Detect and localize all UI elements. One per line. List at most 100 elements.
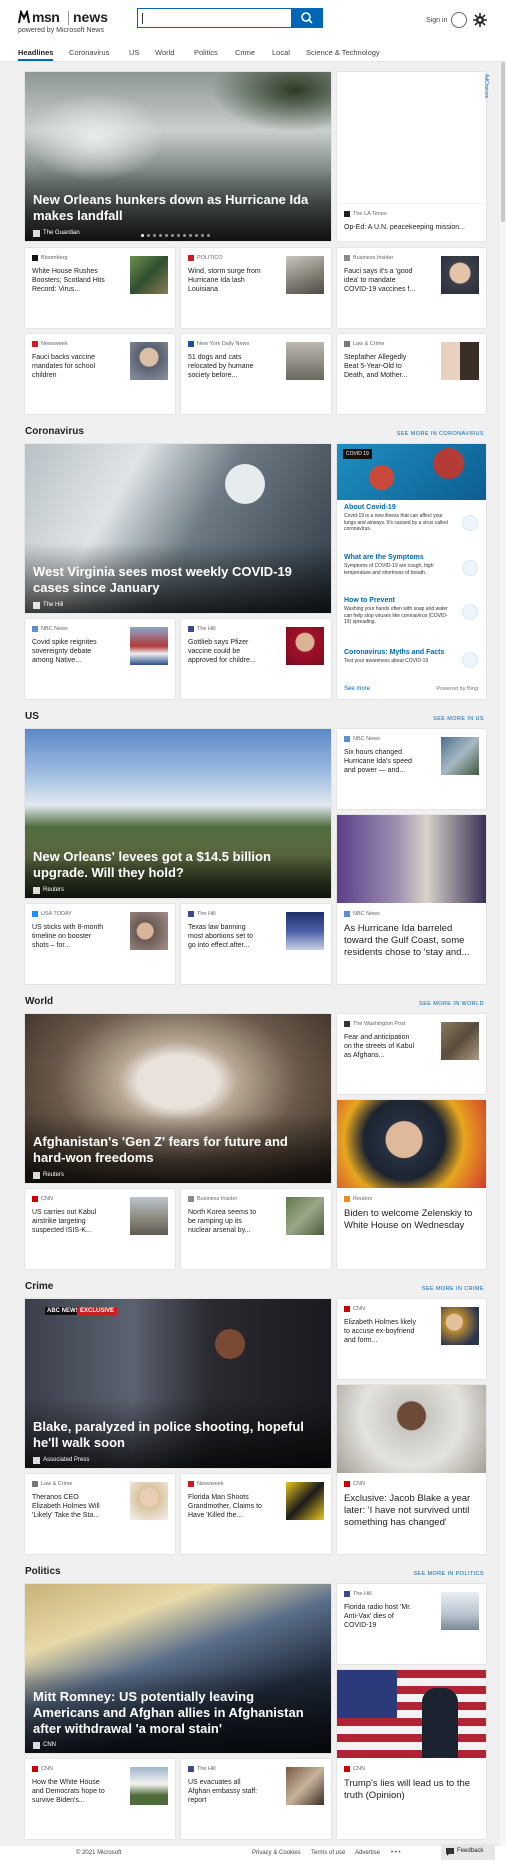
- story-source: The Hill: [188, 1766, 216, 1772]
- gear-icon[interactable]: [473, 13, 487, 27]
- carousel-dots[interactable]: [141, 234, 210, 237]
- story-title: Stepfather Allegedly Beat 5-Year-Old to …: [344, 354, 408, 379]
- see-more-us-link[interactable]: SEE MORE IN US: [433, 716, 484, 722]
- story-card[interactable]: CNN Elizabeth Holmes likely to accuse ex-…: [337, 1299, 486, 1379]
- story-card[interactable]: The Washington Post Fear and anticipation…: [337, 1014, 486, 1094]
- story-source: CNN: [32, 1196, 53, 1202]
- story-card[interactable]: New York Daily News 51 dogs and cats relo…: [181, 334, 331, 414]
- story-card[interactable]: POLITICO Wind, storm surge from Hurricane…: [181, 248, 331, 328]
- see-more-coronavirus-link[interactable]: SEE MORE IN CORONAVIRUS: [397, 431, 484, 437]
- nav-politics[interactable]: Politics: [194, 48, 218, 57]
- covid-item-myths[interactable]: Coronavirus: Myths and Facts Test your aw…: [344, 649, 452, 665]
- section-heading-coronavirus: Coronavirus: [25, 426, 84, 437]
- adchoices-label[interactable]: AdChoices: [483, 74, 489, 98]
- story-card-large[interactable]: Reuters Biden to welcome Zelenskiy to Wh…: [337, 1100, 486, 1269]
- story-title: Biden to welcome Zelenskiy to White Hous…: [344, 1208, 473, 1231]
- brand-news: news: [73, 9, 109, 25]
- page-footer: © 2021 Microsoft Privacy & Cookies Terms…: [0, 1846, 506, 1862]
- hero-title: New Orleans hunkers down as Hurricane Id…: [33, 192, 309, 223]
- story-title: Florida Man Shoots Grandmother, Claims t…: [188, 1494, 262, 1519]
- ad-slot: [337, 72, 486, 204]
- item-text: Covid-19 is a new illness that can affec…: [344, 513, 448, 532]
- story-thumbnail: [130, 627, 168, 665]
- story-card[interactable]: The Hill Gottlieb says Pfizer vaccine cou…: [181, 619, 331, 699]
- advertise-link[interactable]: Advertise: [355, 1850, 380, 1856]
- hero-story-coronavirus[interactable]: West Virginia sees most weekly COVID-19 …: [25, 444, 331, 613]
- story-card[interactable]: Newsweek Florida Man Shoots Grandmother, …: [181, 1474, 331, 1554]
- story-source: USA TODAY: [32, 911, 72, 917]
- story-card[interactable]: NBC News Covid spike reignites sovereignt…: [25, 619, 175, 699]
- story-source: NBC News: [344, 911, 380, 917]
- hero-story-top[interactable]: New Orleans hunkers down as Hurricane Id…: [25, 72, 331, 241]
- story-card[interactable]: CNN How the White House and Democrats hop…: [25, 1759, 175, 1839]
- section-heading-world: World: [25, 996, 54, 1007]
- top-header: msn news powered by Microsoft News Sign …: [0, 0, 506, 44]
- feedback-icon: [446, 1848, 454, 1856]
- hero-story-politics[interactable]: Mitt Romney: US potentially leaving Amer…: [25, 1584, 331, 1753]
- nav-us[interactable]: US: [129, 48, 139, 57]
- feedback-button[interactable]: Feedback: [441, 1844, 495, 1860]
- page-scrollbar[interactable]: [500, 62, 506, 1846]
- terms-link[interactable]: Terms of use: [311, 1850, 345, 1856]
- covid-item-prevent[interactable]: How to Prevent Washing your hands often w…: [344, 597, 452, 626]
- story-title: Covid spike reignites sovereignty debate…: [32, 639, 97, 664]
- see-more-crime-link[interactable]: SEE MORE IN CRIME: [422, 1286, 484, 1292]
- see-more-politics-link[interactable]: SEE MORE IN POLITICS: [413, 1571, 484, 1577]
- story-image: [337, 1670, 486, 1758]
- item-title: Coronavirus: Myths and Facts: [344, 649, 445, 656]
- nav-science-technology[interactable]: Science & Technology: [306, 48, 380, 57]
- story-source: The Hill: [344, 1591, 372, 1597]
- hero-source: Reuters: [33, 887, 64, 894]
- story-card[interactable]: The Hill US evacuates all Afghan embassy …: [181, 1759, 331, 1839]
- side-ad-story[interactable]: The LA Times Op-Ed: A U.N. peacekeeping …: [337, 204, 486, 241]
- avatar-icon[interactable]: [451, 12, 467, 28]
- nav-local[interactable]: Local: [272, 48, 290, 57]
- story-card-large[interactable]: CNN Exclusive: Jacob Blake a year later:…: [337, 1385, 486, 1554]
- story-image: [337, 1385, 486, 1473]
- hero-story-crime[interactable]: ABC NEWS EXCLUSIVE Blake, paralyzed in p…: [25, 1299, 331, 1468]
- story-image: [337, 1100, 486, 1188]
- covid-item-symptoms[interactable]: What are the Symptoms Symptoms of COVID-1…: [344, 554, 452, 576]
- more-options-button[interactable]: • • •: [391, 1850, 401, 1856]
- story-card[interactable]: NBC News Six hours changed Hurricane Ida'…: [337, 729, 486, 809]
- story-card[interactable]: Bloomberg White House Rushes Boosters; Sc…: [25, 248, 175, 328]
- nav-world[interactable]: World: [155, 48, 174, 57]
- story-card[interactable]: CNN US carries out Kabul airstrike target…: [25, 1189, 175, 1269]
- story-card[interactable]: Business Insider Fauci says it's a 'good …: [337, 248, 486, 328]
- nav-coronavirus[interactable]: Coronavirus: [69, 48, 109, 57]
- sign-in-link[interactable]: Sign in: [426, 17, 447, 24]
- hero-story-world[interactable]: Afghanistan's 'Gen Z' fears for future a…: [25, 1014, 331, 1183]
- story-source: CNN: [344, 1766, 365, 1772]
- story-card[interactable]: USA TODAY US sticks with 8-month timeline…: [25, 904, 175, 984]
- exclusive-badge: EXCLUSIVE: [77, 1307, 118, 1315]
- scrollbar-thumb[interactable]: [501, 62, 505, 222]
- nav-crime[interactable]: Crime: [235, 48, 255, 57]
- item-title: How to Prevent: [344, 597, 395, 604]
- section-heading-us: US: [25, 711, 39, 722]
- story-card-large[interactable]: CNN Trump's lies will lead us to the tru…: [337, 1670, 486, 1839]
- story-card-large[interactable]: NBC News As Hurricane Ida barreled towar…: [337, 815, 486, 984]
- story-image: [337, 815, 486, 903]
- story-card[interactable]: Newsweek Fauci backs vaccine mandates for…: [25, 334, 175, 414]
- story-thumbnail: [286, 342, 324, 380]
- hero-story-us[interactable]: New Orleans' levees got a $14.5 billion …: [25, 729, 331, 898]
- search-button[interactable]: [291, 8, 323, 28]
- story-title: Exclusive: Jacob Blake a year later: 'I …: [344, 1493, 471, 1528]
- see-more-world-link[interactable]: SEE MORE IN WORLD: [419, 1001, 484, 1007]
- story-thumbnail: [286, 1197, 324, 1235]
- story-card[interactable]: Law & Crime Theranos CEO Elizabeth Holmes…: [25, 1474, 175, 1554]
- story-source: POLITICO: [188, 255, 223, 261]
- story-source: New York Daily News: [188, 341, 249, 347]
- story-source: The Hill: [188, 626, 216, 632]
- privacy-link[interactable]: Privacy & Cookies: [252, 1850, 301, 1856]
- covid-item-about[interactable]: About Covid-19 Covid-19 is a new illness …: [344, 504, 452, 533]
- covid-see-more-link[interactable]: See more: [344, 686, 370, 692]
- nav-headlines[interactable]: Headlines: [18, 48, 53, 57]
- story-card[interactable]: The Hill Texas law banning most abortions…: [181, 904, 331, 984]
- hero-source: Reuters: [33, 1172, 64, 1179]
- story-card[interactable]: Business Insider North Korea seems to be …: [181, 1189, 331, 1269]
- story-card[interactable]: Law & Crime Stepfather Allegedly Beat 5-Y…: [337, 334, 486, 414]
- story-card[interactable]: The Hill Florida radio host 'Mr. Anti-Vax…: [337, 1584, 486, 1664]
- hero-source: CNN: [33, 1742, 56, 1749]
- story-thumbnail: [286, 256, 324, 294]
